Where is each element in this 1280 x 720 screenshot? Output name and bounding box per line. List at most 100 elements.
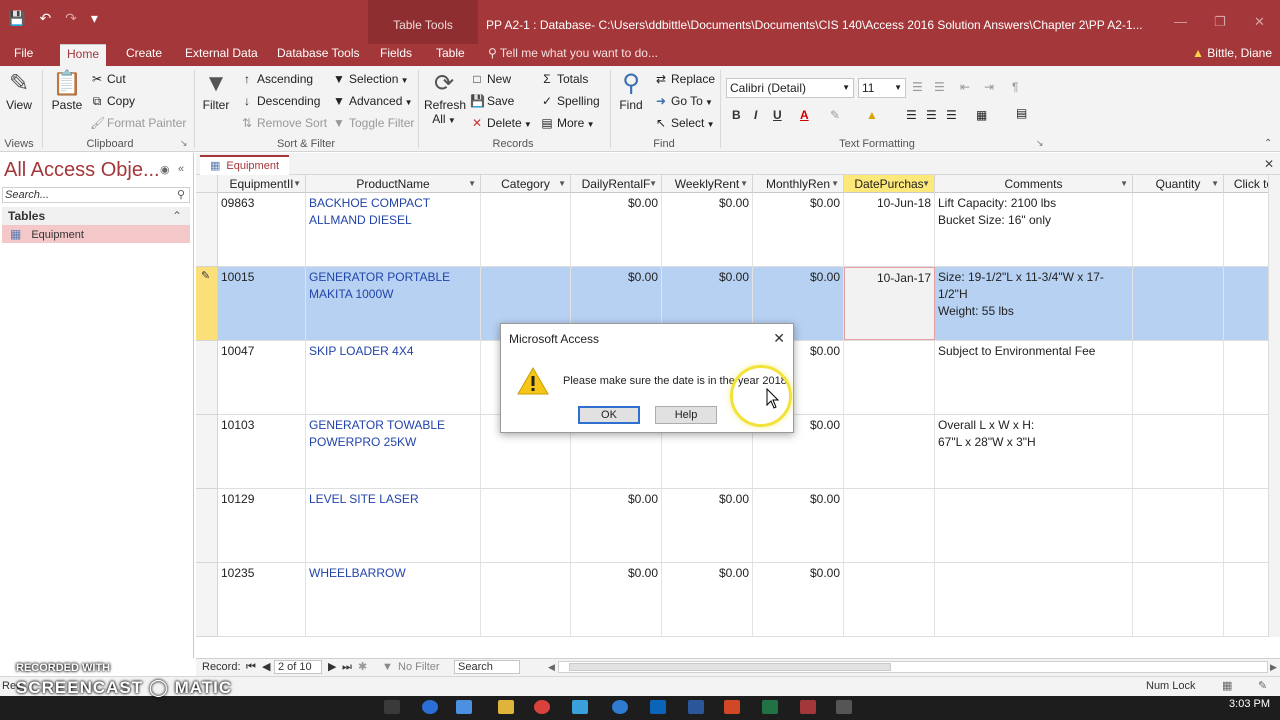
cut-button[interactable]: ✂ Cut	[90, 72, 126, 86]
cell-category[interactable]	[481, 193, 571, 266]
more-button[interactable]: ▤ More ▼	[540, 116, 594, 130]
delete-record-button[interactable]: ✕ Delete ▼	[470, 116, 532, 130]
record-selector[interactable]	[196, 341, 218, 415]
taskbar-clock[interactable]: 3:03 PM	[1229, 698, 1270, 710]
previous-record-icon[interactable]: ◀	[262, 659, 270, 675]
tab-database-tools[interactable]: Database Tools	[273, 44, 364, 66]
column-dropdown-icon[interactable]: ▼	[740, 175, 748, 192]
header-weekly-rent[interactable]: WeeklyRent ▼	[662, 175, 753, 193]
cell-date[interactable]: 10-Jun-18	[844, 193, 935, 266]
descending-button[interactable]: ↓ Descending	[240, 94, 320, 108]
italic-button[interactable]: I	[754, 108, 757, 122]
font-color-icon[interactable]: A	[800, 108, 809, 122]
cell-qty[interactable]	[1133, 341, 1224, 414]
font-name-select[interactable]: Calibri (Detail) ▼	[726, 78, 854, 98]
customize-qat-icon[interactable]: ▾	[91, 10, 98, 27]
taskbar-app-icon[interactable]	[836, 700, 852, 714]
column-dropdown-icon[interactable]: ▼	[1120, 175, 1128, 192]
column-dropdown-icon[interactable]: ▼	[558, 175, 566, 192]
cell-daily[interactable]: $0.00	[571, 563, 662, 636]
cell-name[interactable]: GENERATOR PORTABLE MAKITA 1000W	[306, 267, 481, 340]
help-button[interactable]: Help	[655, 406, 717, 424]
current-record-input[interactable]: 2 of 10	[274, 660, 322, 674]
cell-comments[interactable]: Overall L x W x H: 67"L x 28"W x 3"H	[935, 415, 1133, 488]
gridlines-icon[interactable]: ▦	[976, 108, 987, 122]
redo-icon[interactable]: ↷	[65, 10, 77, 27]
next-record-icon[interactable]: ▶	[328, 659, 336, 675]
cell-qty[interactable]	[1133, 489, 1224, 562]
outlook-icon[interactable]	[650, 700, 666, 714]
cell-id[interactable]: 10103	[218, 415, 306, 488]
cell-qty[interactable]	[1133, 415, 1224, 488]
replace-button[interactable]: ⇄ Replace	[654, 72, 715, 86]
nav-search-input[interactable]: Search... ⚲	[2, 187, 190, 203]
cell-daily[interactable]: $0.00	[571, 489, 662, 562]
cell-monthly[interactable]: $0.00	[753, 563, 844, 636]
cell-id[interactable]: 10047	[218, 341, 306, 414]
record-selector[interactable]	[196, 193, 218, 267]
cell-name[interactable]: BACKHOE COMPACT ALLMAND DIESEL	[306, 193, 481, 266]
cell-weekly[interactable]: $0.00	[662, 489, 753, 562]
cell-comments[interactable]	[935, 563, 1133, 636]
align-center-icon[interactable]: ☰	[926, 108, 937, 122]
scroll-right-icon[interactable]: ▶	[1270, 659, 1277, 675]
column-dropdown-icon[interactable]: ▼	[1211, 175, 1219, 192]
scroll-left-icon[interactable]: ◀	[548, 659, 555, 675]
dialog-launcher-icon[interactable]: ↘	[1036, 138, 1044, 149]
dialog-launcher-icon[interactable]: ↘	[180, 138, 188, 149]
user-account[interactable]: ▲ Bittle, Diane	[1192, 44, 1272, 62]
filter-indicator[interactable]: No Filter	[398, 659, 440, 675]
design-view-icon[interactable]: ✎	[1258, 677, 1267, 695]
access-icon[interactable]	[800, 700, 816, 714]
record-selector[interactable]: ✎	[196, 267, 218, 341]
copy-button[interactable]: ⧉ Copy	[90, 94, 135, 109]
cell-id[interactable]: 10129	[218, 489, 306, 562]
restore-icon[interactable]: ❐	[1214, 14, 1226, 30]
header-product-name[interactable]: ProductName ▼	[306, 175, 481, 193]
tab-create[interactable]: Create	[122, 44, 166, 66]
dialog-close-icon[interactable]: ✕	[773, 330, 785, 347]
tab-external-data[interactable]: External Data	[181, 44, 262, 66]
highlight-icon[interactable]: ✎	[830, 108, 840, 122]
tab-table[interactable]: Table	[432, 44, 469, 66]
underline-button[interactable]: U	[773, 108, 782, 122]
tab-file[interactable]: File	[10, 44, 37, 66]
header-quantity[interactable]: Quantity ▼	[1133, 175, 1224, 193]
font-size-select[interactable]: 11 ▼	[858, 78, 906, 98]
indent-increase-icon[interactable]: ⇥	[984, 80, 994, 94]
cell-monthly[interactable]: $0.00	[753, 489, 844, 562]
record-selector[interactable]	[196, 415, 218, 489]
column-dropdown-icon[interactable]: ▼	[649, 175, 657, 192]
record-search-input[interactable]: Search	[454, 660, 520, 674]
word-icon[interactable]	[688, 700, 704, 714]
cell-click[interactable]	[1224, 193, 1268, 266]
header-date-purchased[interactable]: DatePurchas ▼	[844, 175, 935, 193]
align-right-icon[interactable]: ☰	[946, 108, 957, 122]
spelling-button[interactable]: ✓ Spelling	[540, 94, 600, 108]
datasheet-view-icon[interactable]: ▦	[1222, 677, 1232, 695]
totals-button[interactable]: Σ Totals	[540, 72, 588, 86]
column-dropdown-icon[interactable]: ▼	[922, 175, 930, 192]
cell-category[interactable]	[481, 563, 571, 636]
cell-comments[interactable]: Subject to Environmental Fee	[935, 341, 1133, 414]
indent-decrease-icon[interactable]: ⇤	[960, 80, 970, 94]
filter-button[interactable]: ▼ Filter	[200, 70, 232, 112]
fill-color-icon[interactable]: ▲	[866, 108, 878, 122]
column-dropdown-icon[interactable]: ▼	[831, 175, 839, 192]
table-row[interactable]: 09863 BACKHOE COMPACT ALLMAND DIESEL $0.00 $…	[218, 193, 1268, 267]
cell-name[interactable]: LEVEL SITE LASER	[306, 489, 481, 562]
find-button[interactable]: ⚲ Find	[616, 70, 646, 112]
ok-button[interactable]: OK	[578, 406, 640, 424]
horizontal-scrollbar[interactable]	[558, 661, 1268, 673]
last-record-icon[interactable]: ⏭	[342, 659, 352, 675]
powerpoint-icon[interactable]	[724, 700, 740, 714]
shutter-bar-icon[interactable]: «	[178, 163, 184, 175]
taskbar-app-icon[interactable]	[456, 700, 472, 714]
column-dropdown-icon[interactable]: ▼	[293, 175, 301, 192]
excel-icon[interactable]	[762, 700, 778, 714]
horizontal-scroll-thumb[interactable]	[569, 663, 891, 671]
cell-weekly[interactable]: $0.00	[662, 193, 753, 266]
cell-qty[interactable]	[1133, 563, 1224, 636]
paste-button[interactable]: 📋 Paste	[50, 70, 84, 112]
collapse-ribbon-icon[interactable]: ⌃	[1264, 138, 1272, 149]
